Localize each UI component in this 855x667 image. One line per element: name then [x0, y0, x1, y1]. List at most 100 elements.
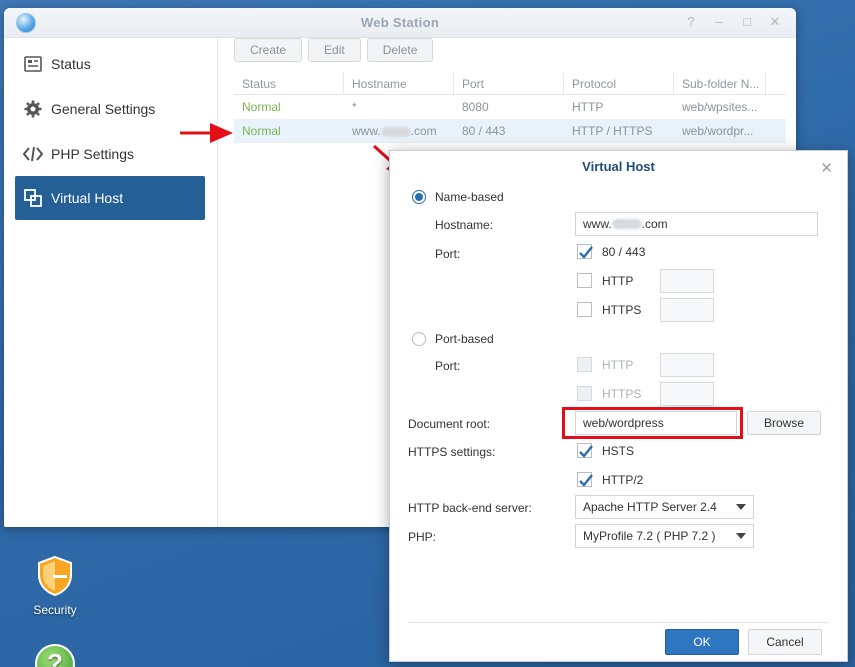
redacted-mark [380, 126, 411, 137]
chevron-down-icon [736, 533, 746, 539]
hsts-checkbox[interactable] [577, 443, 593, 458]
php-label: PHP: [408, 530, 437, 544]
column-header-protocol[interactable]: Protocol [564, 73, 674, 94]
cell-status: Normal [242, 100, 281, 114]
desktop-help-shortcut[interactable]: ? [15, 644, 95, 667]
sidebar-item-label: PHP Settings [51, 146, 135, 162]
virtual-host-table: Status Hostname Port Protocol Sub-folder… [234, 73, 786, 143]
cell-status: Normal [242, 124, 281, 138]
help-icon[interactable]: ? [684, 14, 698, 30]
http-port-checkbox[interactable] [577, 273, 592, 288]
red-arrow-icon [180, 123, 233, 143]
dialog-footer-divider [408, 622, 829, 623]
window-titlebar[interactable]: Web Station ? – □ ✕ [4, 8, 796, 38]
port-80-443-checkbox[interactable] [577, 244, 593, 259]
cell-hostname: * [352, 100, 357, 114]
port-based-label: Port-based [435, 332, 494, 346]
name-based-radio[interactable] [412, 190, 426, 204]
hostname-prefix: www. [583, 217, 612, 231]
name-based-label: Name-based [435, 190, 504, 204]
browse-button[interactable]: Browse [747, 411, 821, 435]
port-label: Port: [435, 247, 461, 261]
document-root-input[interactable]: web/wordpress [575, 411, 737, 435]
create-button[interactable]: Create [234, 38, 303, 62]
close-icon[interactable]: ✕ [820, 159, 833, 177]
port-based-port-label: Port: [435, 359, 461, 373]
dialog-title: Virtual Host [582, 159, 655, 174]
redacted-mark [611, 219, 642, 229]
cell-port: 80 / 443 [462, 124, 506, 138]
http-port-input[interactable] [660, 269, 714, 293]
checkmark-icon [579, 246, 593, 259]
cell-subfolder: web/wordpr... [682, 124, 754, 138]
port-80-443-label: 80 / 443 [602, 245, 646, 259]
port-based-http-label: HTTP [602, 358, 634, 372]
chevron-down-icon [736, 504, 746, 510]
desktop-security-shortcut[interactable]: Security [15, 555, 95, 617]
backend-server-value: Apache HTTP Server 2.4 [583, 500, 717, 514]
shield-icon [38, 555, 72, 597]
cell-hostname: www. .com [344, 124, 454, 138]
php-profile-select[interactable]: MyProfile 7.2 ( PHP 7.2 ) [575, 524, 754, 548]
backend-server-select[interactable]: Apache HTTP Server 2.4 [575, 495, 754, 519]
sidebar-item-status[interactable]: Status [15, 42, 205, 86]
https-port-checkbox[interactable] [577, 302, 592, 317]
cell-protocol: HTTP [572, 100, 604, 114]
port-based-https-input[interactable] [660, 382, 714, 406]
http2-label: HTTP/2 [602, 473, 644, 487]
checkmark-icon [579, 445, 593, 458]
virtual-host-icon [23, 188, 43, 208]
sidebar-item-label: General Settings [51, 101, 156, 117]
table-row-selected[interactable]: Normal www. .com 80 / 443 HTTP / HTTPS we… [234, 119, 786, 143]
gear-icon [23, 99, 43, 119]
http-port-label: HTTP [602, 274, 634, 288]
code-icon [23, 144, 43, 164]
sidebar: Status General Settings PHP Settings Vir… [4, 38, 218, 527]
close-icon[interactable]: ✕ [768, 14, 782, 30]
virtual-host-dialog: Virtual Host ✕ Name-based Hostname: www.… [389, 150, 848, 662]
hostname-suffix: .com [641, 217, 668, 231]
https-port-input[interactable] [660, 298, 714, 322]
sidebar-item-label: Virtual Host [51, 190, 124, 206]
cancel-button[interactable]: Cancel [748, 629, 822, 655]
cell-port: 8080 [462, 100, 489, 114]
https-settings-label: HTTPS settings: [408, 445, 496, 459]
sidebar-item-label: Status [51, 56, 91, 72]
port-based-http-input[interactable] [660, 353, 714, 377]
hostname-suffix: .com [410, 124, 437, 138]
port-based-https-label: HTTPS [602, 387, 642, 401]
column-header-hostname[interactable]: Hostname [344, 73, 454, 94]
edit-button[interactable]: Edit [308, 38, 361, 62]
http2-checkbox[interactable] [577, 472, 593, 487]
sidebar-item-php-settings[interactable]: PHP Settings [15, 132, 205, 176]
table-row[interactable]: Normal * 8080 HTTP web/wpsites... [234, 95, 786, 119]
table-header: Status Hostname Port Protocol Sub-folder… [234, 73, 786, 95]
delete-button[interactable]: Delete [366, 38, 434, 62]
toolbar: Create Edit Delete [234, 38, 434, 68]
column-header-status[interactable]: Status [234, 73, 344, 94]
desktop-icon-label: Security [33, 603, 77, 617]
backend-server-label: HTTP back-end server: [408, 501, 532, 515]
hostname-label: Hostname: [435, 218, 494, 232]
port-based-http-checkbox[interactable] [577, 357, 592, 372]
cell-subfolder: web/wpsites... [682, 100, 758, 114]
sidebar-item-general-settings[interactable]: General Settings [15, 87, 205, 131]
maximize-icon[interactable]: □ [740, 14, 754, 30]
cell-protocol: HTTP / HTTPS [572, 124, 653, 138]
php-profile-value: MyProfile 7.2 ( PHP 7.2 ) [583, 529, 716, 543]
port-based-radio[interactable] [412, 332, 426, 346]
column-header-subfolder[interactable]: Sub-folder N... [674, 73, 766, 94]
minimize-icon[interactable]: – [712, 14, 726, 30]
hostname-prefix: www. [352, 124, 381, 138]
help-circle-icon: ? [35, 644, 75, 667]
window-title: Web Station [360, 15, 440, 30]
status-icon [23, 54, 43, 74]
window-controls: ? – □ ✕ [684, 14, 782, 30]
column-header-port[interactable]: Port [454, 73, 564, 94]
port-based-https-checkbox[interactable] [577, 386, 592, 401]
hostname-input[interactable]: www. .com [575, 212, 818, 236]
hsts-label: HSTS [602, 444, 635, 458]
ok-button[interactable]: OK [665, 629, 739, 655]
document-root-label: Document root: [408, 417, 491, 431]
sidebar-item-virtual-host[interactable]: Virtual Host [15, 176, 205, 220]
